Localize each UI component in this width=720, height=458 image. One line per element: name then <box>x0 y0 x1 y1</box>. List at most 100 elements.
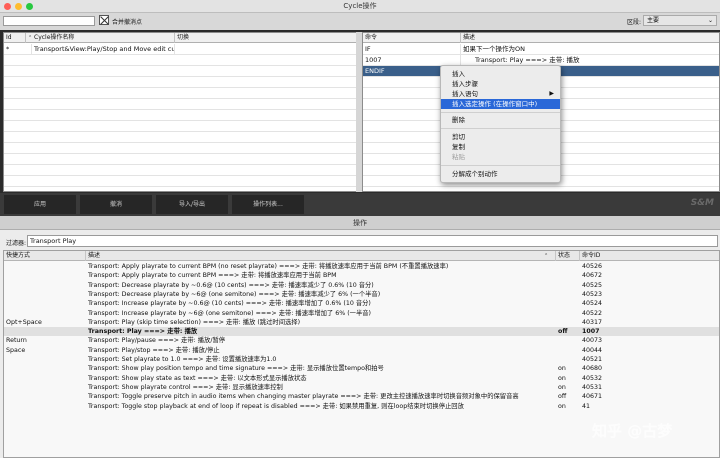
section-select[interactable]: 主要 ⌄ <box>643 15 717 26</box>
column-header-name[interactable]: Cycle操作名称 <box>32 33 175 43</box>
action-row[interactable]: Transport: Show playrate control ===> 走带… <box>4 383 719 392</box>
submenu-arrow-icon: ▶ <box>549 90 554 97</box>
menu-separator <box>441 165 560 166</box>
empty-row <box>4 165 357 176</box>
action-description: Transport: Apply playrate to current BPM… <box>88 263 449 270</box>
action-command-id: 40672 <box>582 272 603 280</box>
empty-row <box>4 99 357 110</box>
action-row[interactable]: Transport: Decrease playrate by ~6@ (one… <box>4 290 719 299</box>
action-state: on <box>558 374 566 382</box>
menu-item-insert[interactable]: 插入 <box>441 69 560 79</box>
actions-filter-input[interactable]: Transport Play <box>27 235 718 247</box>
action-row[interactable]: Opt+Space Transport: Play (skip time sele… <box>4 318 719 327</box>
empty-row <box>4 55 357 66</box>
column-header-description[interactable]: 描述 <box>461 33 719 43</box>
menu-item-explode[interactable]: 分解成个别动作 <box>441 169 560 179</box>
column-header-id[interactable]: Id <box>4 33 26 43</box>
action-row[interactable]: Transport: Show play state as text ===> … <box>4 374 719 383</box>
action-row[interactable]: Transport: Apply playrate to current BPM… <box>4 271 719 280</box>
empty-row <box>4 154 357 165</box>
merge-undo-checkbox[interactable] <box>99 15 109 25</box>
action-state: off <box>558 393 567 401</box>
action-state <box>556 262 580 271</box>
close-window-icon[interactable] <box>4 3 11 10</box>
action-state: on <box>558 402 566 410</box>
window-title: Cycle操作 <box>343 2 377 10</box>
watermark: 知乎 @古梦 <box>592 422 673 440</box>
minimize-window-icon[interactable] <box>15 3 22 10</box>
cycle-actions-window: Cycle操作 合并撤消点 区段: 主要 ⌄ Id ⌃ Cycle操作名称 切换… <box>0 0 720 216</box>
cycle-filter-input[interactable] <box>3 16 95 26</box>
menu-separator <box>441 112 560 113</box>
actions-window-title: 操作 <box>353 219 367 227</box>
action-shortcut <box>4 290 86 299</box>
menu-item-delete[interactable]: 删除 <box>441 115 560 125</box>
sws-logo: S&M <box>690 198 714 208</box>
action-description: Transport: Play (skip time selection) ==… <box>88 318 301 326</box>
action-row[interactable]: Space Transport: Play/stop ===> 走带: 播放/停止… <box>4 346 719 355</box>
cycle-actions-table: Id ⌃ Cycle操作名称 切换 * Transport&View:Play/… <box>3 32 358 192</box>
action-list-button[interactable]: 操作列表... <box>232 195 304 214</box>
action-description: Transport: Increase playrate by ~6@ (one… <box>88 309 372 317</box>
column-header-command[interactable]: 命令 <box>363 33 461 43</box>
row-name: Transport&View:Play/Stop and Move edit c… <box>34 44 175 55</box>
table-header: Id ⌃ Cycle操作名称 切换 <box>4 33 357 43</box>
zoom-window-icon[interactable] <box>26 3 33 10</box>
section-value: 主要 <box>647 17 660 24</box>
action-row[interactable]: Transport: Play ===> 走带: 播放 off 1007 <box>4 327 719 337</box>
action-command-id: 1007 <box>582 328 600 336</box>
menu-item-insert-step[interactable]: 插入步骤 <box>441 79 560 89</box>
action-command-id: 40680 <box>582 365 603 373</box>
empty-row <box>4 110 357 121</box>
action-description: Transport: Show playrate control ===> 走带… <box>88 383 283 391</box>
column-header-toggle[interactable]: 切换 <box>175 33 357 43</box>
column-header-shortcut[interactable]: 快捷方式 <box>4 251 86 261</box>
empty-row <box>4 132 357 143</box>
action-shortcut <box>4 262 86 271</box>
chevron-down-icon: ⌄ <box>707 17 713 24</box>
table-row[interactable]: * Transport&View:Play/Stop and Move edit… <box>4 44 357 55</box>
action-row[interactable]: Transport: Increase playrate by ~6@ (one… <box>4 309 719 318</box>
column-header-state[interactable]: 状态 <box>556 251 580 261</box>
action-shortcut <box>4 402 86 411</box>
action-shortcut <box>4 374 86 383</box>
action-row[interactable]: Transport: Decrease playrate by ~0.6@ (1… <box>4 281 719 290</box>
undo-button[interactable]: 撤消 <box>80 195 152 214</box>
action-command-id: 41 <box>582 402 591 410</box>
action-row[interactable]: Transport: Increase playrate by ~0.6@ (1… <box>4 299 719 308</box>
row-id: * <box>4 44 32 55</box>
column-header-description[interactable]: 描述 <box>86 251 556 261</box>
empty-row <box>4 77 357 88</box>
action-command-id: 40532 <box>582 374 603 382</box>
action-state <box>556 271 580 280</box>
action-shortcut <box>4 281 86 290</box>
action-shortcut <box>4 355 86 364</box>
empty-row <box>4 143 357 154</box>
menu-item-copy[interactable]: 复制 <box>441 142 560 152</box>
menu-item-insert-statement[interactable]: 插入语句 ▶ <box>441 89 560 99</box>
table-row[interactable]: IF 如果下一个操作为ON <box>363 44 719 55</box>
empty-row <box>4 121 357 132</box>
column-header-command-id[interactable]: 命令ID <box>580 251 719 261</box>
apply-button[interactable]: 应用 <box>4 195 76 214</box>
action-description: Transport: Apply playrate to current BPM… <box>88 272 337 280</box>
action-row[interactable]: Transport: Apply playrate to current BPM… <box>4 262 719 271</box>
action-row[interactable]: Transport: Toggle preserve pitch in audi… <box>4 392 719 401</box>
action-row[interactable]: Return Transport: Play/pause ===> 走带: 播放/… <box>4 336 719 345</box>
import-export-button[interactable]: 导入/导出 <box>156 195 228 214</box>
menu-item-cut[interactable]: 剪切 <box>441 132 560 142</box>
action-command-id: 40525 <box>582 281 603 289</box>
action-shortcut <box>4 309 86 318</box>
action-row[interactable]: Transport: Set playrate to 1.0 ===> 走带: … <box>4 355 719 364</box>
action-description: Transport: Decrease playrate by ~6@ (one… <box>88 290 381 298</box>
empty-row <box>4 88 357 99</box>
action-command-id: 40526 <box>582 263 603 270</box>
menu-item-insert-selected-action[interactable]: 插入选定操作 (在操作窗口中) <box>441 99 560 109</box>
action-shortcut: Opt+Space <box>6 318 42 326</box>
action-row[interactable]: Transport: Show play position tempo and … <box>4 364 719 373</box>
action-shortcut <box>4 299 86 308</box>
action-row[interactable]: Transport: Toggle stop playback at end o… <box>4 402 719 411</box>
row-command: IF <box>363 44 461 55</box>
action-command-id: 40531 <box>582 383 603 391</box>
menu-separator <box>441 128 560 129</box>
